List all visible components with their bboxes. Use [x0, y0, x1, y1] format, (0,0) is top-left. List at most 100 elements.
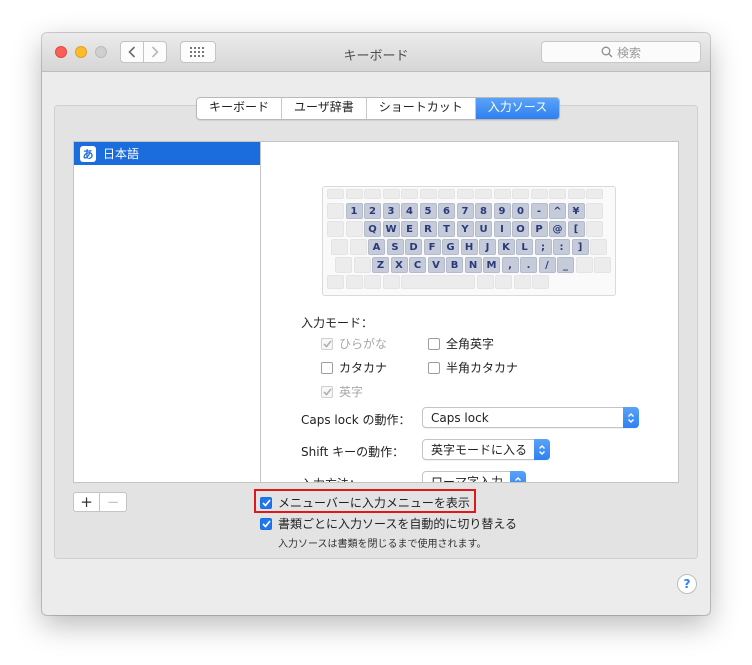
tab-input-sources[interactable]: 入力ソース: [475, 98, 560, 119]
mode-fullwidth-roman-checkbox[interactable]: 全角英字: [428, 335, 494, 352]
keyboard-key: A: [368, 239, 385, 255]
checkmark-icon: [322, 387, 332, 396]
keyboard-key: 0: [512, 203, 529, 219]
checkbox: [321, 385, 333, 398]
keyboard-key: 9: [493, 203, 511, 219]
keyboard-key: ¥: [567, 203, 585, 219]
keyboard-key: :: [553, 239, 570, 255]
keyboard-key-empty: [353, 257, 371, 273]
keyboard-key: D: [405, 239, 422, 255]
keyboard-key-empty: [345, 189, 363, 199]
keyboard-row: A S D F G H J K L;:]: [323, 239, 617, 257]
keyboard-key-empty: [349, 239, 367, 255]
keyboard-key: @: [549, 221, 566, 237]
auto-switch-checkbox[interactable]: 書類ごとに入力ソースを自動的に切り替える: [260, 515, 517, 532]
keyboard-key: I: [493, 221, 511, 237]
keyboard-key-empty: [419, 189, 437, 199]
keyboard-key: 3: [382, 203, 400, 219]
keyboard-key: 8: [475, 203, 492, 219]
list-item-label: 日本語: [103, 147, 140, 161]
add-remove-control: + −: [73, 492, 127, 512]
input-mode-label: 入力モード：: [301, 316, 374, 330]
keyboard-key-empty: [331, 239, 348, 255]
keyboard-key-empty: [401, 189, 418, 199]
keyboard-key: N: [464, 257, 482, 273]
hiragana-input-icon: あ: [80, 145, 96, 162]
keyboard-key: O: [512, 221, 529, 237]
keyboard-key-empty: [364, 275, 381, 289]
list-item-japanese[interactable]: あ 日本語: [74, 142, 260, 165]
keyboard-key-empty: [327, 189, 344, 199]
keyboard-key-empty: [575, 257, 593, 273]
chevron-updown-icon: [534, 439, 550, 460]
add-input-source-button[interactable]: +: [73, 492, 100, 512]
mode-katakana-checkbox[interactable]: カタカナ: [321, 359, 387, 376]
title-bar: キーボード 検索: [42, 33, 710, 72]
keyboard-key: 6: [438, 203, 455, 219]
checkbox: [428, 361, 440, 374]
checkmark-icon: [261, 498, 271, 507]
checkbox: [260, 496, 272, 509]
keyboard-key-empty: [513, 275, 531, 289]
checkbox-label: カタカナ: [339, 361, 388, 375]
keyboard-key: 7: [456, 203, 474, 219]
keyboard-key: M: [483, 257, 500, 273]
checkbox-label: ひらがな: [339, 337, 388, 351]
checkbox: [428, 337, 440, 350]
keyboard-key-empty: [475, 189, 492, 199]
checkbox-label: 全角英字: [446, 337, 495, 351]
auto-switch-note: 入力ソースは書類を閉じるまで使用されます。: [278, 539, 487, 550]
keyboard-key: G: [442, 239, 459, 255]
keyboard-key: T: [438, 221, 455, 237]
show-input-menu-checkbox[interactable]: メニューバーに入力メニューを表示: [260, 494, 470, 511]
tab-shortcuts[interactable]: ショートカット: [367, 98, 476, 119]
keyboard-key-empty: [456, 189, 474, 199]
keyboard-key: _: [557, 257, 574, 273]
keyboard-key: W: [382, 221, 400, 237]
keyboard-key-empty: [493, 189, 511, 199]
checkbox-label: 書類ごとに入力ソースを自動的に切り替える: [278, 517, 518, 531]
remove-input-source-button[interactable]: −: [100, 492, 127, 512]
keyboard-key: ^: [549, 203, 566, 219]
keyboard-key-empty: [345, 221, 363, 237]
keyboard-key: ]: [571, 239, 589, 255]
keyboard-key-empty: [401, 275, 475, 289]
keyboard-key-empty: [532, 275, 549, 289]
keyboard-key: P: [530, 221, 548, 237]
keyboard-row: Q W E R T Y U I O P @[: [323, 221, 617, 239]
help-button[interactable]: ?: [677, 574, 697, 594]
checkbox-label: メニューバーに入力メニューを表示: [278, 496, 470, 510]
checkmark-icon: [322, 339, 332, 348]
keyboard-key: L: [516, 239, 533, 255]
mode-hiragana-checkbox[interactable]: ひらがな: [321, 335, 387, 352]
keyboard-key: H: [460, 239, 478, 255]
search-field[interactable]: 検索: [541, 41, 701, 63]
tab-bar: キーボード ユーザ辞書 ショートカット 入力ソース: [196, 97, 561, 120]
search-placeholder: 検索: [616, 45, 641, 60]
tab-keyboard[interactable]: キーボード: [197, 98, 283, 119]
keyboard-key: E: [401, 221, 418, 237]
keyboard-key: ;: [534, 239, 552, 255]
capslock-popup[interactable]: Caps lock: [422, 407, 639, 428]
checkmark-icon: [261, 519, 271, 528]
mode-halfwidth-katakana-checkbox[interactable]: 半角カタカナ: [428, 359, 518, 376]
keyboard-key: 2: [364, 203, 381, 219]
keyboard-key: V: [427, 257, 445, 273]
keyboard-key-empty: [382, 189, 400, 199]
mode-roman-checkbox[interactable]: 英字: [321, 383, 363, 400]
tab-user-dictionary[interactable]: ユーザ辞書: [282, 98, 367, 119]
input-method-label: 入力方法：: [301, 475, 361, 482]
keyboard-row: [323, 275, 617, 293]
chevron-updown-icon: [510, 471, 526, 482]
keyboard-key: F: [423, 239, 441, 255]
keyboard-row: Z X C V B N M,. / _: [323, 257, 617, 275]
chevron-updown-icon: [623, 407, 639, 428]
input-method-popup[interactable]: ローマ字入力: [422, 471, 526, 482]
keyboard-key-empty: [438, 189, 455, 199]
keyboard-key-empty: [327, 275, 344, 289]
keyboard-key: Y: [456, 221, 474, 237]
keyboard-key-empty: [590, 239, 607, 255]
keyboard-key-empty: [495, 275, 512, 289]
keyboard-key-empty: [364, 189, 381, 199]
shift-popup[interactable]: 英字モードに入る: [422, 439, 550, 460]
